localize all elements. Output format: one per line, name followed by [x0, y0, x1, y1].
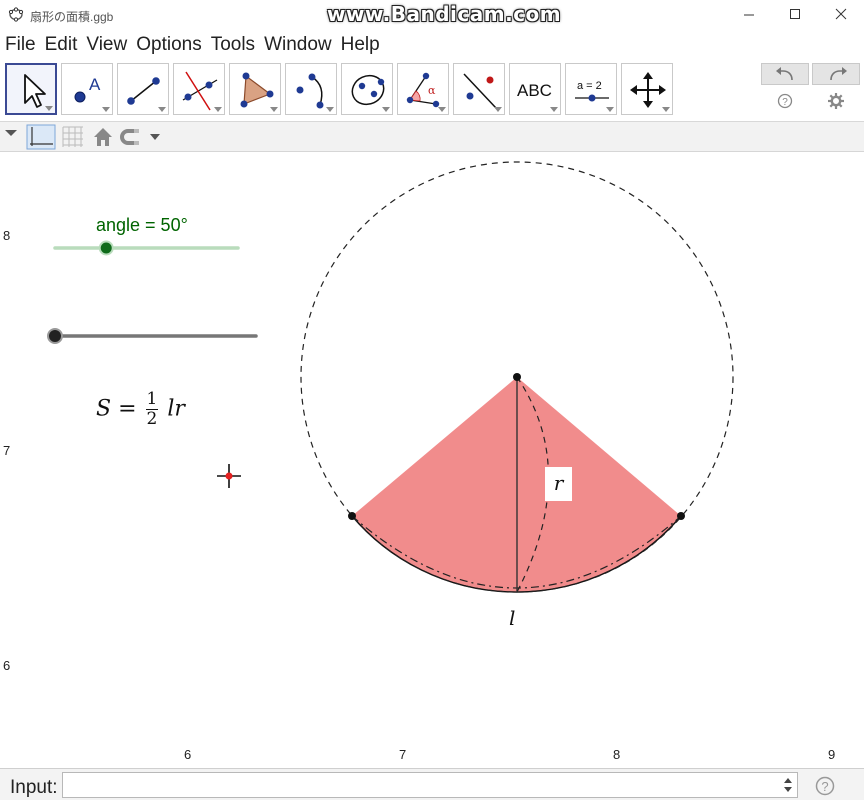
conic-tool-button[interactable] — [341, 63, 393, 115]
formula-lhs: S = — [96, 396, 137, 422]
perpendicular-line-tool-button[interactable] — [173, 63, 225, 115]
tool-menu-arrow-icon — [550, 107, 558, 112]
input-bar: Input: — [0, 768, 864, 800]
svg-text:a = 2: a = 2 — [577, 80, 602, 92]
slider-tool-button[interactable]: a = 2 — [565, 63, 617, 115]
svg-text:ABC: ABC — [517, 81, 552, 100]
angle-slider-handle[interactable] — [98, 240, 114, 256]
input-history-arrows-icon[interactable] — [783, 776, 793, 794]
line-tool-button[interactable] — [117, 63, 169, 115]
geogebra-app-icon — [8, 7, 24, 22]
construction-canvas — [47, 161, 734, 593]
maximize-button[interactable] — [772, 0, 818, 30]
menu-file[interactable]: File — [0, 32, 40, 58]
formula-denominator: 2 — [146, 409, 158, 429]
geogebra-window: 扇形の面積.ggb www.Bandicam.com File Edit Vie… — [0, 0, 864, 800]
tool-menu-arrow-icon — [270, 107, 278, 112]
toolbar: A α ABC a = 2 — [0, 60, 864, 122]
show-axes-icon[interactable] — [26, 124, 56, 150]
tool-menu-arrow-icon — [214, 107, 222, 112]
radius-label[interactable]: r — [545, 467, 572, 501]
move-tool-button[interactable] — [5, 63, 57, 115]
move-view-tool-button[interactable] — [621, 63, 673, 115]
window-title: 扇形の面積.ggb — [30, 10, 114, 24]
home-view-icon[interactable] — [92, 124, 114, 150]
tool-menu-arrow-icon — [382, 107, 390, 112]
center-point[interactable] — [513, 373, 521, 381]
style-bar — [0, 122, 864, 152]
menu-tools[interactable]: Tools — [206, 32, 259, 58]
toolbar-help-icon[interactable]: ? — [777, 93, 793, 109]
formula-fraction: 1 2 — [145, 389, 159, 429]
sector-area-formula[interactable]: S = 1 2 lr — [96, 390, 185, 429]
left-point[interactable] — [348, 512, 356, 520]
angle-tool-button[interactable]: α — [397, 63, 449, 115]
tool-menu-arrow-icon — [158, 107, 166, 112]
crosshair-cursor-icon — [217, 464, 241, 488]
angle-slider-label: angle = 50° — [96, 215, 188, 235]
formula-rhs: lr — [167, 396, 185, 422]
reflect-tool-button[interactable] — [453, 63, 505, 115]
svg-text:?: ? — [782, 97, 788, 108]
menu-view[interactable]: View — [81, 32, 131, 58]
menu-edit[interactable]: Edit — [40, 32, 82, 58]
tool-menu-arrow-icon — [438, 107, 446, 112]
input-label: Input: — [10, 777, 58, 798]
minimize-icon — [744, 14, 754, 16]
recording-watermark: www.Bandicam.com — [327, 2, 562, 26]
second-slider-handle[interactable] — [47, 328, 63, 344]
svg-text:α: α — [428, 84, 436, 97]
input-help-icon[interactable]: ? — [815, 776, 835, 796]
arc-tool-button[interactable] — [285, 63, 337, 115]
tool-menu-arrow-icon — [662, 107, 670, 112]
text-tool-button[interactable]: ABC — [509, 63, 561, 115]
tool-menu-arrow-icon — [326, 107, 334, 112]
tool-menu-arrow-icon — [494, 107, 502, 112]
redo-icon — [830, 67, 847, 81]
settings-gear-icon[interactable] — [827, 92, 845, 110]
show-grid-icon[interactable] — [60, 124, 86, 150]
menu-options[interactable]: Options — [131, 32, 205, 58]
tool-menu-arrow-icon — [606, 107, 614, 112]
polygon-tool-button[interactable] — [229, 63, 281, 115]
maximize-icon — [790, 9, 800, 19]
undo-button[interactable] — [761, 63, 809, 85]
undo-icon — [776, 67, 793, 81]
formula-numerator: 1 — [145, 389, 159, 410]
tool-menu-arrow-icon — [45, 106, 53, 111]
point-tool-button[interactable]: A — [61, 63, 113, 115]
title-bar: 扇形の面積.ggb www.Bandicam.com — [0, 0, 864, 30]
menu-window[interactable]: Window — [259, 32, 336, 58]
close-button[interactable] — [818, 0, 864, 30]
command-input[interactable] — [62, 772, 798, 798]
redo-button[interactable] — [812, 63, 860, 85]
tool-menu-arrow-icon — [102, 107, 110, 112]
point-capturing-magnet-icon[interactable] — [120, 124, 164, 150]
stylebar-toggle-icon[interactable] — [3, 124, 19, 150]
menu-help[interactable]: Help — [336, 32, 384, 58]
svg-text:A: A — [89, 75, 101, 94]
menu-bar: File Edit View Options Tools Window Help — [0, 32, 864, 58]
svg-text:?: ? — [821, 779, 828, 794]
minimize-button[interactable] — [726, 0, 772, 30]
right-point[interactable] — [677, 512, 685, 520]
close-icon — [835, 8, 847, 20]
arc-length-label[interactable]: l — [509, 606, 515, 630]
